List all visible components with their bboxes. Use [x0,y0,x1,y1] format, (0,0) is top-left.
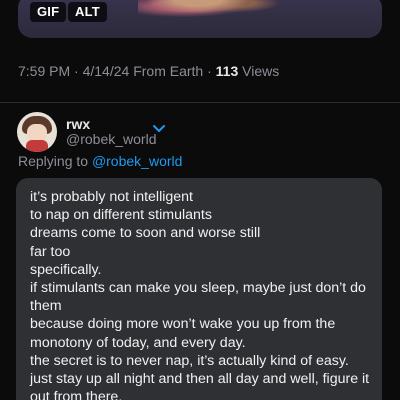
reply-message-text: it’s probably not intelligent to nap on … [30,189,370,400]
chevron-down-icon[interactable] [152,124,166,134]
avatar[interactable] [17,112,57,152]
divider [0,102,400,103]
alt-badge[interactable]: ALT [68,2,107,22]
meta-separator: · [207,63,212,79]
meta-separator: · [74,63,79,79]
views-label: Views [242,63,280,79]
replying-label: Replying to [18,153,89,169]
reply-author-name[interactable]: rwx [66,116,90,132]
gif-badge: GIF [30,2,67,22]
post-source: From Earth [133,63,204,79]
gif-media-preview[interactable]: GIF ALT [18,0,382,38]
views-count: 113 [215,63,239,79]
post-date: 4/14/24 [82,63,130,79]
avatar-body [26,140,48,152]
replying-to: Replying to @robek_world [18,153,182,169]
media-art [138,0,288,24]
replying-handle-link[interactable]: @robek_world [92,153,182,169]
post-time: 7:59 PM [18,63,71,79]
post-meta: 7:59 PM · 4/14/24 From Earth · 113 Views [18,63,279,79]
reply-author-handle[interactable]: @robek_world [66,131,156,147]
